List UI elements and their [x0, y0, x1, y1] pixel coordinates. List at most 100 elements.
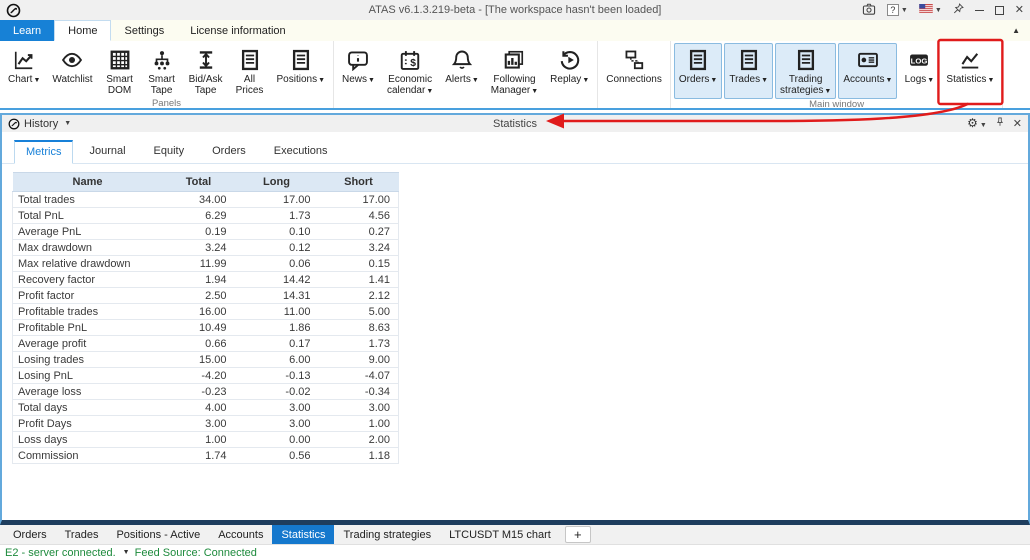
- ribbon-tab-home[interactable]: Home: [54, 20, 111, 41]
- metric-value: 2.00: [319, 432, 399, 448]
- ribbon-button-all-prices[interactable]: AllPrices: [230, 43, 270, 98]
- pushpin-icon: [995, 119, 1005, 131]
- metric-value: 6.29: [163, 208, 235, 224]
- ribbon-button-accounts[interactable]: Accounts▼: [838, 43, 897, 99]
- ribbon-button-trading-strategies[interactable]: Tradingstrategies▼: [775, 43, 836, 99]
- ribbon-button-smart-tape[interactable]: SmartTape: [142, 43, 182, 98]
- minimize-button[interactable]: [975, 10, 984, 11]
- table-row-losing-pnl: Losing PnL-4.20-0.13-4.07: [13, 368, 399, 384]
- eye-icon: [61, 49, 83, 71]
- metric-value: -4.07: [319, 368, 399, 384]
- table-row-recovery-factor: Recovery factor1.9414.421.41: [13, 272, 399, 288]
- bottom-tab-accounts[interactable]: Accounts: [209, 525, 272, 544]
- bottom-tab-positions-active[interactable]: Positions - Active: [107, 525, 209, 544]
- ribbon-button-logs[interactable]: LOGLogs▼: [899, 43, 939, 99]
- ribbon-button-label: FollowingManager▼: [491, 74, 538, 97]
- column-header-short[interactable]: Short: [319, 173, 399, 192]
- pin-button[interactable]: [953, 3, 964, 17]
- ribbon-button-watchlist[interactable]: Watchlist: [47, 43, 97, 98]
- metric-value: 11.00: [235, 304, 319, 320]
- metric-value: 1.94: [163, 272, 235, 288]
- metric-value: 3.00: [163, 416, 235, 432]
- column-header-long[interactable]: Long: [235, 173, 319, 192]
- language-button[interactable]: ▼: [919, 4, 942, 16]
- metric-value: 1.73: [235, 208, 319, 224]
- metric-value: 9.00: [319, 352, 399, 368]
- ribbon-group-main-window: Orders▼ Trades▼Tradingstrategies▼Accounts…: [671, 41, 1004, 108]
- ribbon-button-label: Logs▼: [905, 74, 935, 86]
- ribbon-group-panels: Chart▼WatchlistSmartDOMSmartTapeBid/AskT…: [0, 41, 334, 108]
- bottom-tab-ltcusdt-m15-chart[interactable]: LTCUSDT M15 chart: [440, 525, 560, 544]
- ribbon-tab-bar: LearnHomeSettingsLicense information ▲: [0, 20, 1030, 41]
- bottom-tab-trading-strategies[interactable]: Trading strategies: [334, 525, 440, 544]
- ribbon-button-smart-dom[interactable]: SmartDOM: [100, 43, 140, 98]
- chevron-down-icon: ▼: [582, 77, 589, 84]
- ribbon-button-orders[interactable]: Orders▼: [674, 43, 723, 99]
- metric-name: Total PnL: [13, 208, 163, 224]
- column-header-name[interactable]: Name: [13, 173, 163, 192]
- ribbon-button-alerts[interactable]: Alerts▼: [440, 43, 484, 99]
- chevron-up-icon: ▲: [1012, 26, 1020, 35]
- add-tab-button[interactable]: +: [565, 526, 591, 543]
- ribbon-collapse-button[interactable]: ▲: [1012, 20, 1020, 41]
- ribbon-button-trades[interactable]: Trades▼: [724, 43, 773, 99]
- ribbon-button-chart[interactable]: Chart▼: [3, 43, 45, 98]
- ribbon-tab-license-information[interactable]: License information: [177, 20, 298, 41]
- ribbon-button-bid-ask-tape[interactable]: Bid/AskTape: [184, 43, 228, 98]
- metric-value: 17.00: [319, 192, 399, 208]
- doc-lines-icon: [239, 49, 261, 71]
- history-selector-label: History: [24, 118, 58, 130]
- ribbon-button-positions[interactable]: Positions▼: [272, 43, 331, 98]
- metric-value: 17.00: [235, 192, 319, 208]
- ribbon-button-economic-calendar[interactable]: $Economiccalendar▼: [382, 43, 438, 99]
- bell-icon: [451, 49, 473, 71]
- screenshot-button[interactable]: [862, 3, 876, 18]
- metrics-table: NameTotalLongShort Total trades34.0017.0…: [12, 172, 399, 464]
- monitor-chart-icon: [503, 49, 525, 71]
- metric-value: 10.49: [163, 320, 235, 336]
- metric-value: 0.56: [235, 448, 319, 464]
- panel-tab-orders[interactable]: Orders: [200, 140, 258, 163]
- close-button[interactable]: ✕: [1015, 5, 1024, 16]
- metric-name: Commission: [13, 448, 163, 464]
- ribbon-button-label: Connections: [606, 74, 662, 85]
- panel-pin-button[interactable]: [995, 116, 1005, 131]
- maximize-icon: [995, 6, 1004, 15]
- ribbon-button-news[interactable]: News▼: [337, 43, 380, 99]
- ribbon-button-connections[interactable]: Connections: [601, 43, 667, 95]
- ribbon-button-following-manager[interactable]: FollowingManager▼: [486, 43, 543, 99]
- ribbon-tab-learn[interactable]: Learn: [0, 20, 54, 41]
- chevron-down-icon[interactable]: ▼: [123, 549, 130, 556]
- maximize-button[interactable]: [995, 6, 1004, 15]
- bottom-tab-orders[interactable]: Orders: [4, 525, 56, 544]
- help-button[interactable]: ?▼: [887, 4, 908, 16]
- table-row-total-days: Total days4.003.003.00: [13, 400, 399, 416]
- column-header-total[interactable]: Total: [163, 173, 235, 192]
- panel-settings-button[interactable]: ⚙▼: [967, 117, 987, 130]
- ribbon-button-label: Orders▼: [679, 74, 718, 86]
- metric-value: 1.18: [319, 448, 399, 464]
- panel-tab-journal[interactable]: Journal: [77, 140, 137, 163]
- panel-tab-executions[interactable]: Executions: [262, 140, 340, 163]
- close-icon: ✕: [1013, 118, 1022, 130]
- ribbon-button-replay[interactable]: Replay▼: [545, 43, 594, 99]
- metric-name: Losing PnL: [13, 368, 163, 384]
- table-row-losing-trades: Losing trades15.006.009.00: [13, 352, 399, 368]
- bottom-tab-statistics[interactable]: Statistics: [272, 525, 334, 544]
- metric-value: 0.12: [235, 240, 319, 256]
- metric-value: 0.15: [319, 256, 399, 272]
- panel-tab-metrics[interactable]: Metrics: [14, 140, 73, 164]
- metric-name: Total days: [13, 400, 163, 416]
- chevron-down-icon: ▼: [927, 77, 934, 84]
- doc-lines-icon: [687, 49, 709, 71]
- metric-value: 4.00: [163, 400, 235, 416]
- metric-name: Average PnL: [13, 224, 163, 240]
- bottom-tab-trades[interactable]: Trades: [56, 525, 108, 544]
- metric-value: 0.19: [163, 224, 235, 240]
- metric-name: Max drawdown: [13, 240, 163, 256]
- history-selector[interactable]: History ▼: [8, 118, 71, 130]
- ribbon-button-statistics[interactable]: Statistics▼: [941, 43, 999, 99]
- ribbon-tab-settings[interactable]: Settings: [111, 20, 177, 41]
- panel-tab-equity[interactable]: Equity: [142, 140, 197, 163]
- panel-close-button[interactable]: ✕: [1013, 118, 1022, 130]
